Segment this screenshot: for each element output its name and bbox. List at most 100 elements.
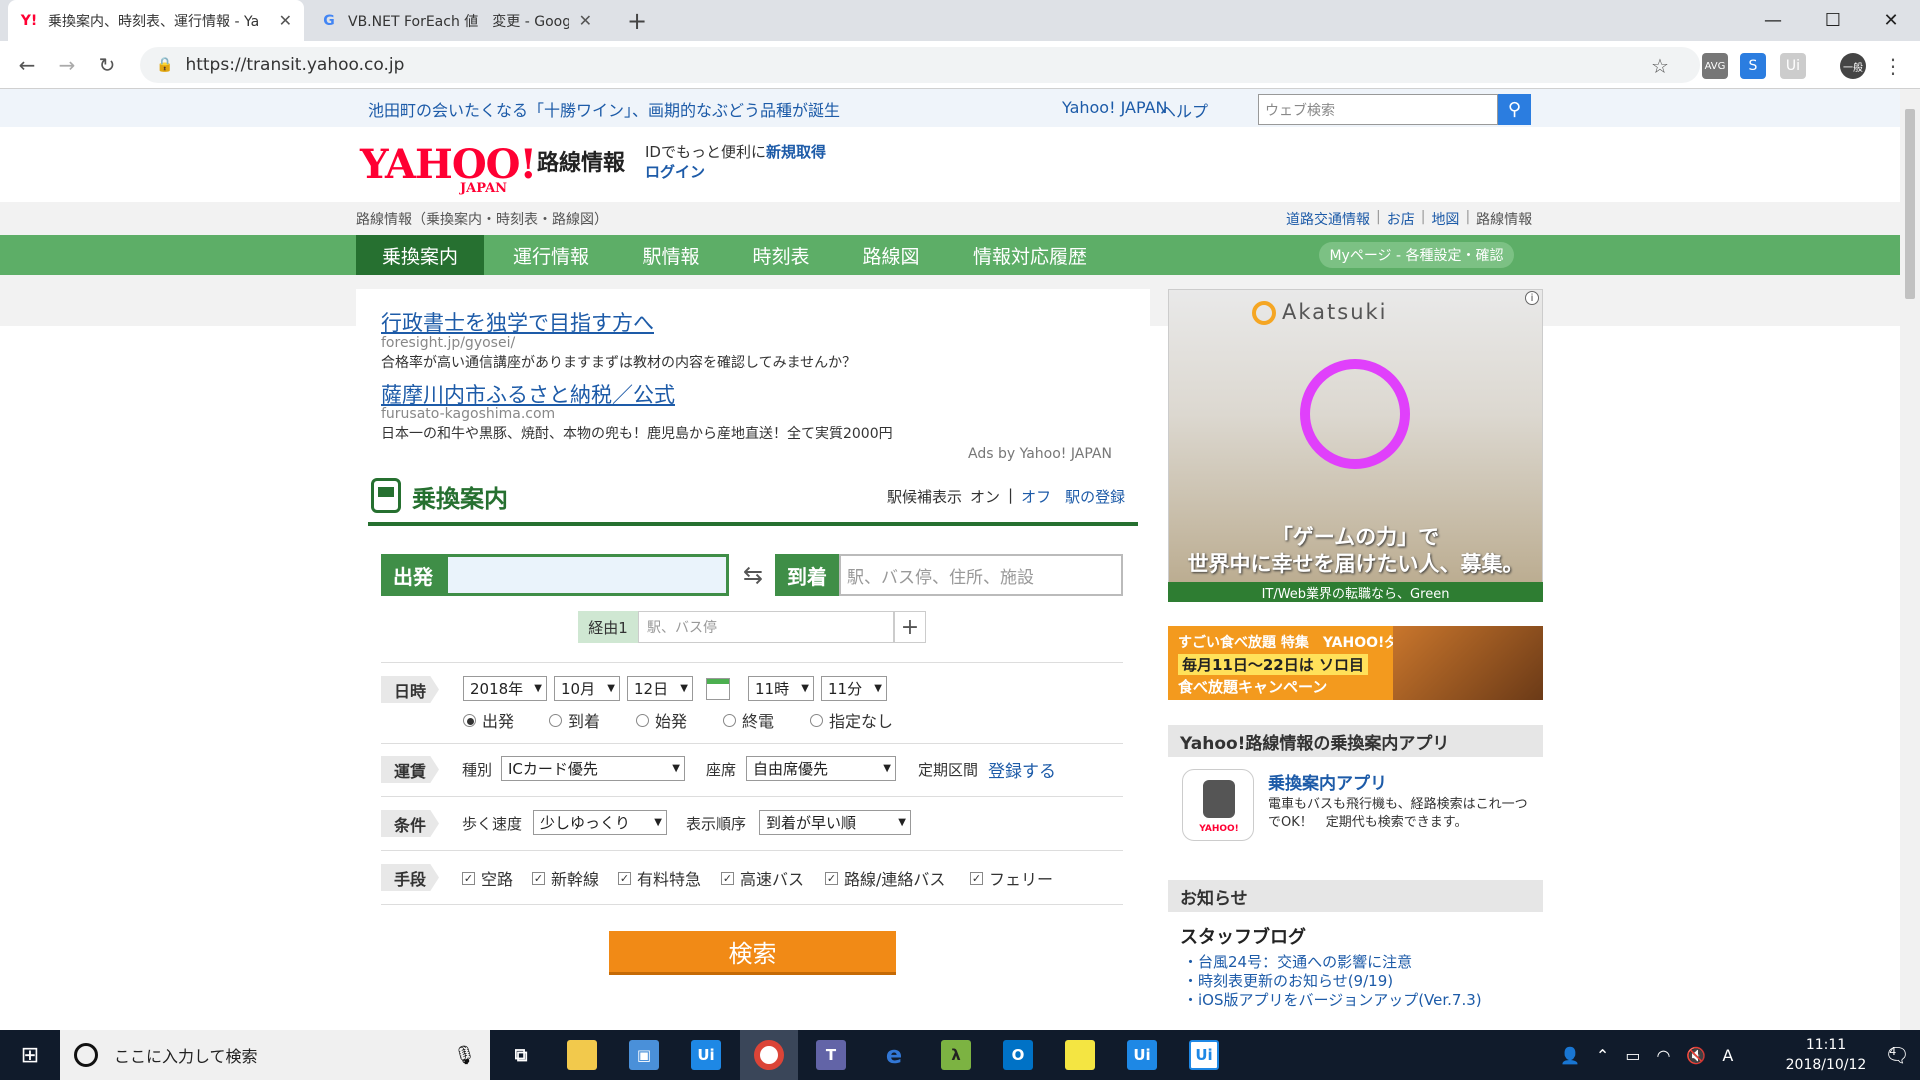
day-select[interactable]: 12日 ▼ xyxy=(627,676,693,701)
arrival-input[interactable]: 駅、バス停、住所、施設 xyxy=(839,554,1123,596)
tab-service-status[interactable]: 運行情報 xyxy=(496,235,606,275)
swap-icon[interactable]: ⇆ xyxy=(737,559,769,591)
radio-arrival[interactable]: 到着 xyxy=(549,708,600,732)
file-explorer-icon[interactable] xyxy=(553,1030,611,1080)
s-extension-icon[interactable]: S xyxy=(1740,53,1766,79)
task-view-icon[interactable]: ⧉ xyxy=(492,1030,550,1080)
seat-select[interactable]: 自由席優先 ▼ xyxy=(746,756,896,781)
maximize-button[interactable]: ☐ xyxy=(1804,0,1862,41)
commuter-pass-register-link[interactable]: 登録する xyxy=(988,757,1056,782)
month-select[interactable]: 10月 ▼ xyxy=(554,676,620,701)
notification-center-icon[interactable]: 🗨 4 xyxy=(1874,1030,1920,1080)
food-campaign-banner[interactable]: すごい食べ放題 特集 YAHOO!ダイニング 毎月11日〜22日は ソロ目 食べ… xyxy=(1168,626,1543,700)
yahoo-japan-link[interactable]: Yahoo! JAPAN xyxy=(1062,98,1168,117)
yahoo-logo[interactable]: YAHOO! xyxy=(360,141,537,188)
network-app-icon[interactable]: ▣ xyxy=(615,1030,673,1080)
address-bar[interactable]: 🔒 https://transit.yahoo.co.jp xyxy=(140,47,1700,83)
search-icon[interactable]: ⚲ xyxy=(1498,94,1531,125)
wifi-icon[interactable]: ◠ xyxy=(1656,1046,1670,1065)
app-icon[interactable]: YAHOO! xyxy=(1182,769,1254,841)
uipath-studio-app-icon[interactable]: Ui xyxy=(1113,1030,1171,1080)
checkbox-air[interactable]: ✓ 空路 xyxy=(462,866,513,890)
chevron-up-icon[interactable]: ⌃ xyxy=(1596,1046,1609,1065)
vertical-scrollbar[interactable] xyxy=(1900,89,1920,1030)
teams-app-icon[interactable]: T xyxy=(802,1030,860,1080)
lambda-app-icon[interactable]: λ xyxy=(927,1030,985,1080)
tab-route-map[interactable]: 路線図 xyxy=(838,235,944,275)
avg-extension-icon[interactable]: AVG xyxy=(1702,53,1728,79)
edge-app-icon[interactable]: e xyxy=(865,1030,923,1080)
ad-title-link[interactable]: 行政書士を独学で目指す方へ xyxy=(381,307,654,337)
scrollbar-thumb[interactable] xyxy=(1905,109,1915,299)
tab-info-history[interactable]: 情報対応履歴 xyxy=(950,235,1110,275)
radio-unspecified[interactable]: 指定なし xyxy=(810,708,893,732)
blog-link[interactable]: ・iOS版アプリをバージョンアップ(Ver.7.3) xyxy=(1183,989,1482,1010)
sticky-notes-app-icon[interactable] xyxy=(1051,1030,1109,1080)
clock[interactable]: 11:11 2018/10/12 xyxy=(1778,1035,1874,1075)
tab-station-info[interactable]: 駅情報 xyxy=(618,235,724,275)
blog-link[interactable]: ・時刻表更新のお知らせ(9/19) xyxy=(1183,970,1393,991)
outlook-app-icon[interactable]: O xyxy=(989,1030,1047,1080)
ime-indicator[interactable]: A xyxy=(1722,1046,1733,1065)
register-link[interactable]: 新規取得 xyxy=(766,143,826,161)
sort-order-select[interactable]: 到着が早い順 ▼ xyxy=(759,810,911,835)
radio-departure[interactable]: 出発 xyxy=(463,708,514,732)
windows-start-icon[interactable]: ⊞ xyxy=(0,1030,60,1080)
checkbox-shinkansen[interactable]: ✓ 新幹線 xyxy=(532,866,599,890)
help-link[interactable]: ヘルプ xyxy=(1160,98,1208,122)
uipath-extension-icon[interactable]: Ui xyxy=(1780,53,1806,79)
menu-kebab-icon[interactable]: ⋮ xyxy=(1880,53,1906,79)
ad-info-icon[interactable]: i xyxy=(1525,291,1539,305)
hour-select[interactable]: 11時 ▼ xyxy=(748,676,814,701)
departure-input[interactable] xyxy=(445,554,729,596)
login-link[interactable]: ログイン xyxy=(645,161,705,182)
checkbox-ferry[interactable]: ✓ フェリー xyxy=(970,866,1053,890)
checkbox-highway-bus[interactable]: ✓ 高速バス xyxy=(721,866,804,890)
service-name[interactable]: 路線情報 xyxy=(537,145,625,177)
road-traffic-link[interactable]: 道路交通情報 xyxy=(1286,209,1370,229)
uipath-robot-app-icon[interactable]: Ui xyxy=(1175,1030,1233,1080)
shops-link[interactable]: お店 xyxy=(1387,209,1415,229)
fare-kind-select[interactable]: ICカード優先 ▼ xyxy=(501,756,685,781)
bookmark-star-icon[interactable]: ☆ xyxy=(1647,53,1673,79)
walk-speed-select[interactable]: 少しゆっくり ▼ xyxy=(533,810,667,835)
ads-by-label[interactable]: Ads by Yahoo! JAPAN xyxy=(968,446,1112,462)
back-arrow-icon[interactable]: ← xyxy=(10,48,44,82)
minute-select[interactable]: 11分 ▼ xyxy=(821,676,887,701)
checkbox-route-bus[interactable]: ✓ 路線/連絡バス xyxy=(825,866,945,890)
tab-yahoo-transit[interactable]: Y! 乗換案内、時刻表、運行情報 - Ya ✕ xyxy=(8,0,304,41)
close-tab-icon[interactable]: ✕ xyxy=(579,11,592,30)
tab-google-search[interactable]: G VB.NET ForEach 値 変更 - Goog ✕ xyxy=(308,0,604,41)
station-register-link[interactable]: 駅の登録 xyxy=(1065,486,1125,507)
people-icon[interactable]: 👤 xyxy=(1560,1046,1580,1065)
microphone-icon[interactable]: 🎙 xyxy=(453,1045,476,1066)
search-button[interactable]: 検索 xyxy=(609,931,896,975)
map-link[interactable]: 地図 xyxy=(1431,209,1459,229)
tab-timetable[interactable]: 時刻表 xyxy=(728,235,834,275)
suggest-off-link[interactable]: オフ xyxy=(1021,486,1051,507)
ad-title-link[interactable]: 薩摩川内市ふるさと納税／公式 xyxy=(381,379,675,409)
blog-link[interactable]: ・台風24号：交通への影響に注意 xyxy=(1183,951,1412,972)
new-tab-button[interactable]: + xyxy=(620,4,654,38)
uipath-app-icon[interactable]: Ui xyxy=(677,1030,735,1080)
forward-arrow-icon[interactable]: → xyxy=(50,48,84,82)
suggest-on[interactable]: オン xyxy=(970,486,1000,507)
profile-avatar-icon[interactable]: 一般 xyxy=(1840,53,1866,79)
calendar-icon[interactable] xyxy=(706,678,730,700)
tab-transfer[interactable]: 乗換案内 xyxy=(356,235,484,275)
reload-icon[interactable]: ↻ xyxy=(90,48,124,82)
radio-last-train[interactable]: 終電 xyxy=(723,708,774,732)
mypage-button[interactable]: Myページ - 各種設定・確認 xyxy=(1319,242,1514,268)
volume-mute-icon[interactable]: 🔇 xyxy=(1686,1046,1706,1065)
checkbox-limited-express[interactable]: ✓ 有料特急 xyxy=(618,866,701,890)
chrome-app-icon[interactable] xyxy=(740,1030,798,1080)
via-input[interactable]: 駅、バス停 xyxy=(638,611,894,643)
battery-icon[interactable]: ▭ xyxy=(1625,1046,1640,1065)
taskbar-search-box[interactable]: ここに入力して検索 🎙 xyxy=(60,1030,490,1080)
minimize-button[interactable]: — xyxy=(1744,0,1802,41)
year-select[interactable]: 2018年 ▼ xyxy=(463,676,547,701)
topics-news-link[interactable]: 池田町の会いたくなる「十勝ワイン」、画期的なぶどう品種が誕生 xyxy=(368,97,840,121)
app-title-link[interactable]: 乗換案内アプリ xyxy=(1268,769,1387,794)
close-tab-icon[interactable]: ✕ xyxy=(279,11,292,30)
radio-first-train[interactable]: 始発 xyxy=(636,708,687,732)
